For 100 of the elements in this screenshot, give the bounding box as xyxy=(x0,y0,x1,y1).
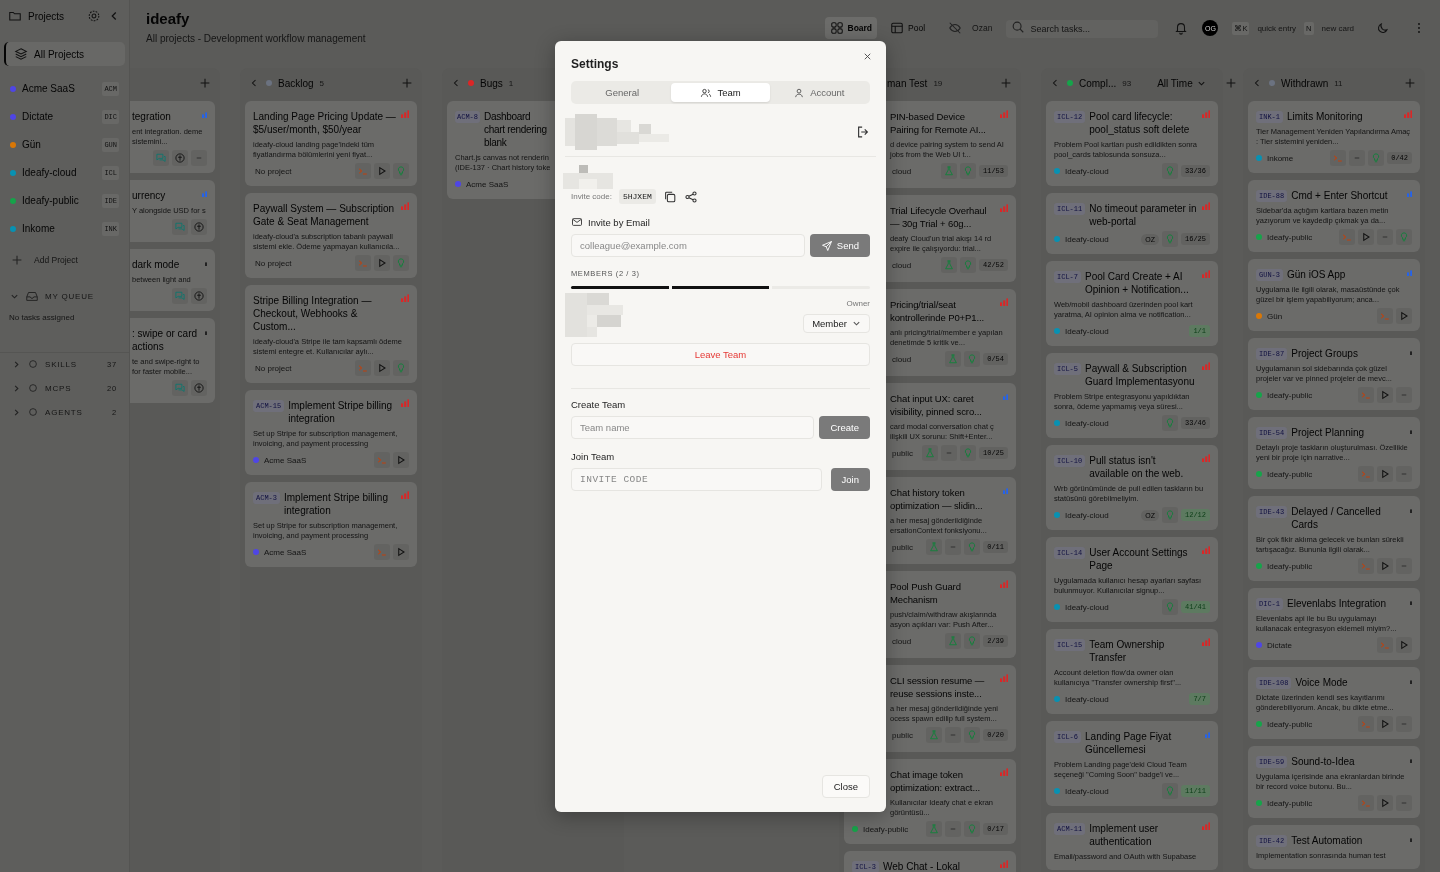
dash-icon[interactable] xyxy=(1377,229,1393,245)
leave-team-button[interactable]: Leave Team xyxy=(571,343,870,366)
bulb-icon[interactable] xyxy=(960,163,976,179)
view-tab[interactable]: Board xyxy=(824,17,878,39)
all-projects-item[interactable]: All Projects xyxy=(4,42,125,66)
dash-icon[interactable] xyxy=(1349,150,1366,166)
join-button[interactable]: Join xyxy=(830,468,870,491)
play-icon[interactable] xyxy=(1377,558,1393,574)
settings-tab[interactable]: General xyxy=(573,83,672,102)
dash-icon[interactable] xyxy=(1396,558,1412,574)
create-button[interactable]: Create xyxy=(819,416,870,439)
dash-icon[interactable] xyxy=(945,539,962,555)
queue-toggle[interactable]: MY QUEUE xyxy=(0,289,129,303)
search-field[interactable]: Search tasks... xyxy=(1006,20,1159,38)
add-card-icon[interactable] xyxy=(1403,76,1417,90)
flask-icon[interactable] xyxy=(926,727,943,743)
play-icon[interactable] xyxy=(1377,387,1393,403)
bulb-icon[interactable] xyxy=(964,539,981,555)
email-input[interactable]: colleague@example.com xyxy=(571,234,805,257)
dash-icon[interactable] xyxy=(1396,795,1412,811)
chat-icon[interactable] xyxy=(153,150,169,166)
settings-tab[interactable]: Team xyxy=(671,83,770,102)
play-icon[interactable] xyxy=(393,544,409,560)
bulb-icon[interactable] xyxy=(964,351,981,367)
dash-icon[interactable] xyxy=(945,727,962,743)
table-icon xyxy=(890,21,905,35)
flask-icon[interactable] xyxy=(945,633,962,649)
project-label: Ideafy-public xyxy=(1267,719,1313,729)
play-icon[interactable] xyxy=(374,360,390,376)
view-tab[interactable]: Pool xyxy=(885,17,931,39)
bulb-icon[interactable] xyxy=(1368,150,1385,166)
play-icon[interactable] xyxy=(1377,716,1393,732)
bulb-icon[interactable] xyxy=(960,257,976,273)
dash-icon[interactable] xyxy=(1396,387,1412,403)
bulb-icon[interactable] xyxy=(960,445,976,461)
play-icon[interactable] xyxy=(374,163,390,179)
card-title: Gün iOS App xyxy=(1287,268,1347,281)
bulb-icon[interactable] xyxy=(1162,783,1178,799)
play-icon[interactable] xyxy=(393,452,409,468)
column-count: 11 xyxy=(1334,78,1343,88)
chat-icon[interactable] xyxy=(172,288,188,304)
play-icon[interactable] xyxy=(374,255,390,271)
close-icon[interactable] xyxy=(862,51,873,62)
add-card-icon[interactable] xyxy=(400,76,414,90)
bulb-icon[interactable] xyxy=(1162,231,1178,247)
bulb-icon[interactable] xyxy=(964,727,981,743)
dash-icon[interactable] xyxy=(1396,466,1412,482)
close-button[interactable]: Close xyxy=(821,775,870,798)
terminal-icon[interactable] xyxy=(1330,150,1347,166)
play-icon[interactable] xyxy=(1396,308,1412,324)
project-label: Ideafy-cloud xyxy=(1065,326,1109,336)
bulb-icon[interactable] xyxy=(1162,599,1178,615)
card-title: dark mode xyxy=(132,258,181,271)
card-title: User Account Settings Page xyxy=(1089,546,1189,572)
settings-tab[interactable]: Account xyxy=(769,83,868,102)
dash-icon[interactable] xyxy=(941,445,957,461)
card-title: No timeout parameter in web-portal xyxy=(1089,202,1198,228)
bulb-icon[interactable] xyxy=(1162,163,1178,179)
play-icon[interactable] xyxy=(1358,229,1374,245)
dash-icon[interactable] xyxy=(945,821,962,837)
bulb-icon[interactable] xyxy=(1162,507,1178,523)
send-button[interactable]: Send xyxy=(809,234,870,257)
settings-icon[interactable] xyxy=(87,9,101,23)
add-card-icon[interactable] xyxy=(198,76,212,90)
user-filter-button[interactable]: Ozan xyxy=(942,20,999,36)
flask-icon[interactable] xyxy=(926,539,943,555)
play-icon[interactable] xyxy=(1396,637,1412,653)
play-icon[interactable] xyxy=(1377,466,1393,482)
flask-icon[interactable] xyxy=(945,351,962,367)
card-title: Pool card lifecycle: pool_status soft delete xyxy=(1089,110,1191,136)
card-title: Implement Stripe billing integration xyxy=(284,491,389,517)
logout-icon[interactable] xyxy=(856,125,870,139)
flask-icon[interactable] xyxy=(926,821,943,837)
play-icon[interactable] xyxy=(1377,795,1393,811)
share-icon[interactable] xyxy=(683,189,698,204)
dash-icon[interactable] xyxy=(1396,716,1412,732)
chat-icon[interactable] xyxy=(172,380,188,396)
role-label: Owner xyxy=(846,299,870,308)
time-filter-dropdown[interactable]: All Time xyxy=(1151,76,1212,90)
copy-icon[interactable] xyxy=(662,189,677,204)
card-title: Implement Stripe billing integration xyxy=(288,399,394,425)
bulb-icon[interactable] xyxy=(964,633,981,649)
add-card-icon[interactable] xyxy=(999,76,1013,90)
chat-icon[interactable] xyxy=(172,219,188,235)
bulb-icon[interactable] xyxy=(1396,229,1412,245)
moon-icon[interactable] xyxy=(1376,21,1390,35)
team-name-input[interactable]: Team name xyxy=(571,416,815,439)
card-title: Project Groups xyxy=(1291,347,1359,360)
notification-bell-icon[interactable] xyxy=(1174,21,1189,35)
bulb-icon[interactable] xyxy=(1162,415,1178,431)
bulb-icon[interactable] xyxy=(964,821,981,837)
role-dropdown[interactable]: Member xyxy=(803,314,870,333)
invite-code-input[interactable]: INVITE CODE xyxy=(571,468,822,491)
dialog-title: Settings xyxy=(571,57,619,71)
flask-icon[interactable] xyxy=(941,163,957,179)
flask-icon[interactable] xyxy=(922,445,938,461)
add-project-button[interactable]: Add Project xyxy=(0,253,129,267)
flask-icon[interactable] xyxy=(941,257,957,273)
dash-icon[interactable] xyxy=(191,150,207,166)
card-title: Elevenlabs Integration xyxy=(1287,597,1387,610)
